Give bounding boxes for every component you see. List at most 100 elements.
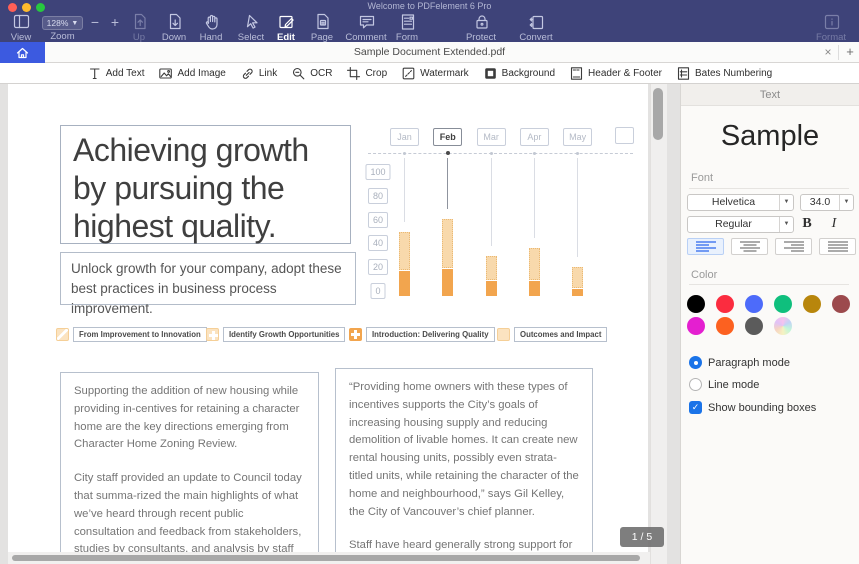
titlebar: Welcome to PDFelement 6 Pro View 128%▼ Z…	[0, 0, 859, 42]
tab-divider	[838, 45, 839, 60]
pdf-page[interactable]: Achieving growth by pursuing the highest…	[8, 84, 648, 564]
watermark-icon	[401, 66, 416, 81]
paragraph: Supporting the addition of new housing w…	[74, 383, 305, 454]
form-tool[interactable]: Form	[375, 12, 439, 43]
align-justify-button[interactable]	[819, 238, 856, 255]
chart-bar-upper-mar[interactable]	[486, 256, 497, 280]
lock-icon	[472, 12, 491, 31]
chart-bar-upper-may[interactable]	[572, 267, 583, 287]
section-tag-label: From Improvement to Innovation	[73, 327, 207, 342]
chevron-down-icon: ▼	[779, 217, 793, 232]
color-swatch-#9c4a4d[interactable]	[832, 295, 850, 313]
color-swatch-#5b5b5b[interactable]	[745, 317, 763, 335]
chart-bar-upper-apr[interactable]	[529, 248, 540, 279]
header-footer-icon	[569, 66, 584, 81]
section-tag-label: Identify Growth Opportunities	[223, 327, 345, 342]
color-section-label: Color	[691, 269, 717, 281]
format-tool[interactable]: Format	[799, 12, 859, 43]
align-left-button[interactable]	[687, 238, 724, 255]
convert-tool[interactable]: Convert	[504, 12, 568, 43]
home-icon	[15, 45, 30, 60]
color-swatch-#fb2c3f[interactable]	[716, 295, 734, 313]
color-swatch-#4d6bfa[interactable]	[745, 295, 763, 313]
page-number-badge: 1 / 5	[620, 527, 664, 547]
paragraph-mode-option[interactable]: Paragraph mode	[689, 356, 790, 369]
pdf-right-column-textbox[interactable]: “Providing home owners with these types …	[335, 368, 593, 564]
tab-bar: Sample Document Extended.pdf × +	[0, 42, 859, 63]
convert-icon	[527, 12, 546, 31]
comment-bubble-icon	[357, 12, 376, 31]
custom-color-swatch[interactable]	[774, 317, 792, 335]
form-icon	[398, 12, 417, 31]
ocr-magnifier-icon	[291, 66, 306, 81]
font-size-select[interactable]: 34.0 ▼	[800, 194, 854, 211]
document-tab[interactable]: Sample Document Extended.pdf	[60, 42, 799, 63]
bold-button[interactable]: B	[799, 216, 815, 232]
sidebar-header: Text	[681, 84, 859, 106]
crop-icon	[346, 66, 361, 81]
align-right-icon	[783, 240, 805, 253]
align-right-button[interactable]	[775, 238, 812, 255]
color-swatch-row-1	[687, 295, 850, 313]
chart-bar-upper-jan[interactable]	[399, 232, 410, 270]
chart-guide-line-may	[577, 158, 578, 257]
color-swatch-#e41fd0[interactable]	[687, 317, 705, 335]
section-tag[interactable]: Introduction: Delivering Quality	[349, 327, 495, 342]
chart-bar-lower-apr[interactable]	[529, 281, 540, 296]
align-center-button[interactable]	[731, 238, 768, 255]
background-button[interactable]: Background	[483, 66, 555, 81]
zoom-level-select[interactable]: 128%▼	[42, 16, 83, 30]
home-button[interactable]	[0, 42, 45, 63]
chart-bar-lower-may[interactable]	[572, 289, 583, 296]
chart-bar-lower-feb[interactable]	[442, 269, 453, 296]
close-tab-icon[interactable]: ×	[820, 42, 836, 63]
divider	[689, 284, 849, 285]
add-image-button[interactable]: Add Image	[158, 66, 225, 81]
color-swatch-#fc6120[interactable]	[716, 317, 734, 335]
window-title: Welcome to PDFelement 6 Pro	[0, 1, 859, 11]
font-family-select[interactable]: Helvetica ▼	[687, 194, 794, 211]
line-mode-option[interactable]: Line mode	[689, 378, 759, 391]
app-window: { "window": { "title": "Welcome to PDFel…	[0, 0, 859, 564]
section-tag[interactable]: From Improvement to Innovation	[56, 327, 207, 342]
chevron-down-icon: ▼	[71, 20, 78, 27]
section-tag[interactable]: Outcomes and Impact	[497, 327, 607, 342]
bates-numbering-button[interactable]: Bates Numbering	[676, 66, 772, 81]
horizontal-scrollbar-thumb[interactable]	[12, 555, 640, 561]
color-swatch-#b8860c[interactable]	[803, 295, 821, 313]
font-section-label: Font	[691, 172, 713, 184]
add-text-button[interactable]: Add Text	[87, 66, 145, 81]
section-tag-icon-plus-light	[206, 328, 219, 341]
chart-bar-lower-jan[interactable]	[399, 271, 410, 296]
paragraph: City staff provided an update to Council…	[74, 470, 305, 564]
link-button[interactable]: Link	[240, 66, 277, 81]
checkbox-checked-icon: ✓	[689, 401, 702, 414]
document-area: Achieving growth by pursuing the highest…	[0, 84, 680, 564]
header-footer-button[interactable]: Header & Footer	[569, 66, 662, 81]
paragraph: “Providing home owners with these types …	[349, 379, 579, 521]
font-preview-text: Sample	[681, 120, 859, 153]
background-icon	[483, 66, 498, 81]
vertical-scrollbar-track[interactable]	[650, 84, 667, 564]
vertical-scrollbar-thumb[interactable]	[653, 88, 663, 140]
section-tag-icon-plus-solid	[349, 328, 362, 341]
show-bounding-boxes-option[interactable]: ✓ Show bounding boxes	[689, 401, 816, 414]
new-tab-icon[interactable]: +	[842, 42, 858, 63]
crop-button[interactable]: Crop	[346, 66, 387, 81]
pdf-left-column-textbox[interactable]: Supporting the addition of new housing w…	[60, 372, 319, 564]
italic-button[interactable]: I	[826, 216, 842, 232]
align-center-icon	[739, 240, 761, 253]
section-tag-icon-plain	[497, 328, 510, 341]
chart-bar-upper-feb[interactable]	[442, 219, 453, 268]
ocr-button[interactable]: OCR	[291, 66, 332, 81]
zoom-out-button[interactable]: −	[88, 14, 102, 30]
section-tag-label: Outcomes and Impact	[514, 327, 607, 342]
chart-bar-lower-mar[interactable]	[486, 281, 497, 296]
align-left-icon	[695, 240, 717, 253]
color-swatch-#0fbf7d[interactable]	[774, 295, 792, 313]
color-swatch-#000000[interactable]	[687, 295, 705, 313]
font-style-select[interactable]: Regular ▼	[687, 216, 794, 233]
section-tag[interactable]: Identify Growth Opportunities	[206, 327, 345, 342]
watermark-button[interactable]: Watermark	[401, 66, 469, 81]
divider	[689, 188, 849, 189]
